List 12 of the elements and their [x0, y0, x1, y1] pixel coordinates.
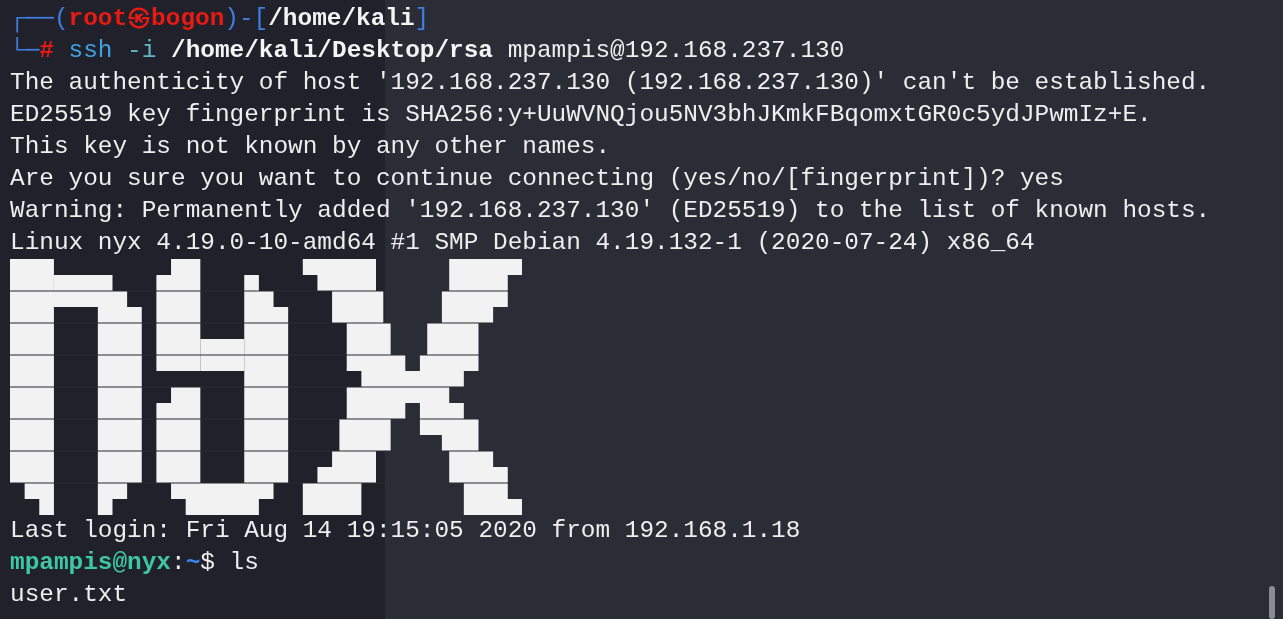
output-line: user.txt — [10, 580, 128, 610]
command-line: mpampis@nyx:~$ ls — [10, 548, 259, 578]
output-line: Warning: Permanently added '192.168.237.130' (ED25519) to the list of known hosts. — [10, 196, 1211, 226]
scrollbar-thumb[interactable] — [1269, 586, 1275, 619]
output-line: Are you sure you want to continue connecting (yes/no/[fingerprint])? yes — [10, 164, 1064, 194]
output-line: Last login: Fri Aug 14 19:15:05 2020 from 192.168.1.18 — [10, 516, 801, 546]
output-line: The authenticity of host '192.168.237.130 (192.168.237.130)' can't be established. — [10, 68, 1211, 98]
output-line: ED25519 key fingerprint is SHA256:y+UuWVNQjou5NV3bhJKmkFBqomxtGR0c5ydJPwmIz+E. — [10, 100, 1152, 130]
prompt-line: ┌──(root㉿bogon)-[/home/kali] — [10, 4, 430, 35]
output-line: This key is not known by any other names. — [10, 132, 611, 162]
command-line: └─# ssh -i /home/kali/Desktop/rsa mpampis@192.168.237.130 — [10, 36, 845, 66]
output-line: Linux nyx 4.19.0-10-amd64 #1 SMP Debian 4.19.132-1 (2020-07-24) x86_64 — [10, 228, 1035, 258]
